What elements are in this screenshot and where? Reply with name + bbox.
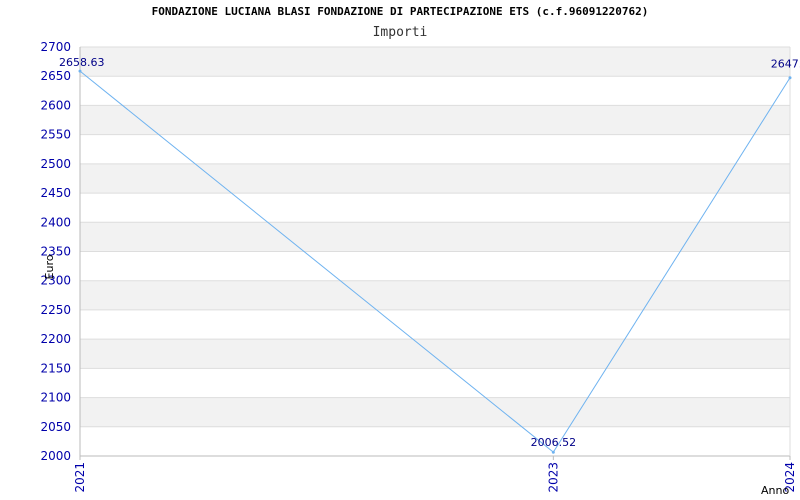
data-label: 2647.4: [771, 58, 800, 71]
x-tick-label: 2021: [73, 462, 87, 493]
y-tick-label: 2250: [40, 303, 71, 317]
y-axis-title: Euro: [43, 254, 56, 279]
y-tick-label: 2550: [40, 128, 71, 142]
y-tick-label: 2700: [40, 40, 71, 54]
y-tick-label: 2500: [40, 157, 71, 171]
chart-bands: [80, 47, 790, 427]
grid-band: [80, 47, 790, 77]
grid-band: [80, 105, 790, 135]
y-axis-ticks: 2000205021002150220022502300235024002450…: [40, 40, 71, 463]
data-point: [551, 450, 555, 454]
y-tick-label: 2400: [40, 215, 71, 229]
y-tick-label: 2050: [40, 420, 71, 434]
y-tick-label: 2150: [40, 361, 71, 375]
grid-band: [80, 397, 790, 427]
y-tick-label: 2650: [40, 69, 71, 83]
y-tick-label: 2000: [40, 449, 71, 463]
grid-band: [80, 163, 790, 194]
data-label: 2658.63: [59, 56, 105, 69]
data-point: [78, 69, 82, 73]
y-tick-label: 2100: [40, 391, 71, 405]
grid-band: [80, 280, 790, 310]
x-axis-ticks: 2021 2023 2024: [73, 456, 797, 493]
grid-band: [80, 339, 790, 369]
y-tick-label: 2450: [40, 186, 71, 200]
data-label: 2006.52: [531, 436, 577, 449]
x-axis-title: Anno: [761, 484, 789, 497]
x-tick-label: 2023: [546, 462, 560, 493]
y-tick-label: 2600: [40, 98, 71, 112]
data-point: [788, 76, 792, 80]
y-tick-label: 2200: [40, 332, 71, 346]
chart-area: 2000205021002150220022502300235024002450…: [40, 40, 800, 497]
